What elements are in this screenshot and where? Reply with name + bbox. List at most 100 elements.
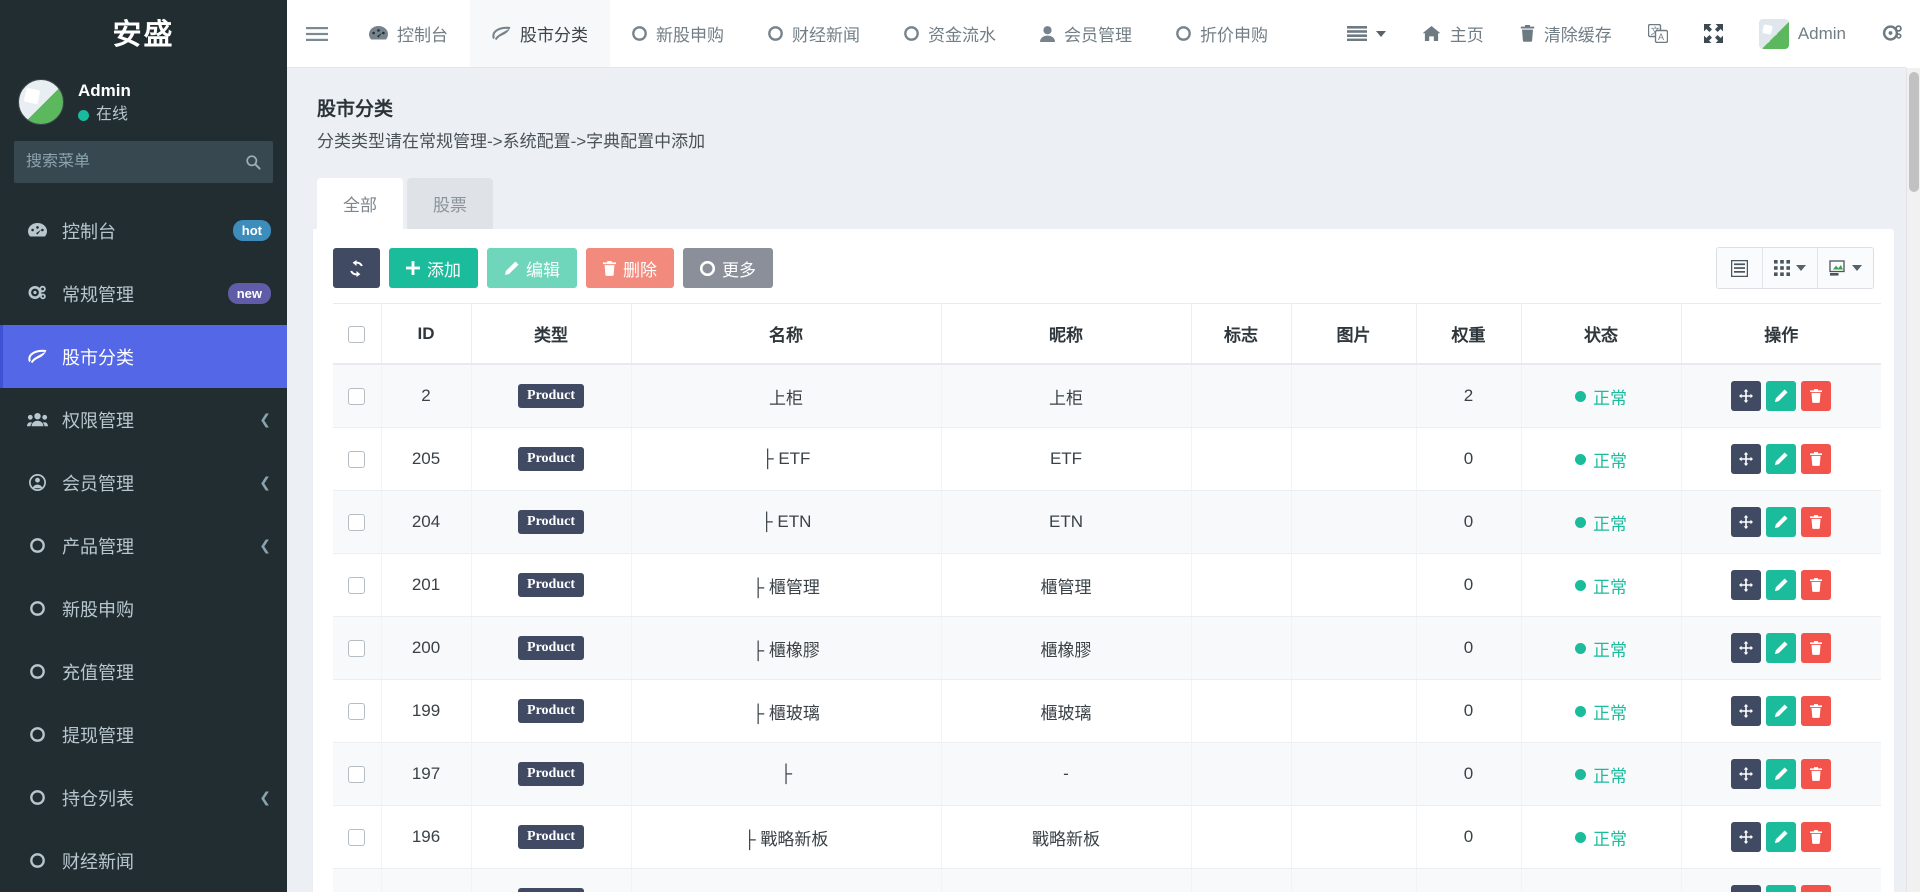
trash-icon[interactable] <box>1801 759 1831 789</box>
topnav-item-1[interactable]: 控制台 <box>347 0 470 67</box>
topnav-item-3[interactable]: 新股申购 <box>610 0 746 67</box>
delete-button[interactable]: 删除 <box>586 248 674 288</box>
trash-icon[interactable] <box>1801 570 1831 600</box>
trash-icon[interactable] <box>1801 381 1831 411</box>
vertical-scrollbar[interactable] <box>1906 68 1920 892</box>
pencil-icon[interactable] <box>1766 822 1796 852</box>
fullscreen-button[interactable] <box>1686 0 1741 67</box>
tab-list-dropdown[interactable] <box>1329 0 1404 67</box>
trash-icon[interactable] <box>1801 822 1831 852</box>
page-subtitle: 分类类型请在常规管理->系统配置->字典配置中添加 <box>317 128 1894 156</box>
export-button[interactable] <box>1818 248 1873 288</box>
sidebar-item-9[interactable]: 提现管理 <box>0 703 287 766</box>
sidebar-item-10[interactable]: 持仓列表❮ <box>0 766 287 829</box>
sidebar-item-3[interactable]: 股市分类 <box>0 325 287 388</box>
pencil-icon[interactable] <box>1766 759 1796 789</box>
row-checkbox-cell[interactable] <box>333 428 381 491</box>
sidebar-item-5[interactable]: 会员管理❮ <box>0 451 287 514</box>
trash-icon[interactable] <box>1801 696 1831 726</box>
topnav-item-5[interactable]: 资金流水 <box>882 0 1018 67</box>
move-icon[interactable] <box>1731 633 1761 663</box>
table-row[interactable]: 2Product上柜上柜2正常 <box>333 364 1881 428</box>
table-row[interactable]: 200Product├ 櫃橡膠櫃橡膠0正常 <box>333 617 1881 680</box>
pencil-icon[interactable] <box>1766 696 1796 726</box>
move-icon[interactable] <box>1731 759 1761 789</box>
table-row[interactable]: 201Product├ 櫃管理櫃管理0正常 <box>333 554 1881 617</box>
sidebar-item-1[interactable]: 控制台hot <box>0 199 287 262</box>
checkbox-icon[interactable] <box>348 577 365 594</box>
tab-1[interactable]: 全部 <box>317 178 403 229</box>
trash-icon[interactable] <box>1801 444 1831 474</box>
pencil-icon[interactable] <box>1766 885 1796 892</box>
topnav-item-2[interactable]: 股市分类 <box>470 0 610 67</box>
checkbox-icon[interactable] <box>348 766 365 783</box>
row-checkbox-cell[interactable] <box>333 680 381 743</box>
checkbox-icon[interactable] <box>348 703 365 720</box>
move-icon[interactable] <box>1731 507 1761 537</box>
trash-icon[interactable] <box>1801 507 1831 537</box>
translate-button[interactable]: 文A <box>1630 0 1686 67</box>
trash-icon <box>603 261 616 276</box>
row-checkbox-cell[interactable] <box>333 617 381 680</box>
grid-view-button[interactable] <box>1763 248 1818 288</box>
checkbox-icon[interactable] <box>348 451 365 468</box>
topnav-item-7[interactable]: 折价申购 <box>1154 0 1290 67</box>
checkbox-icon[interactable] <box>348 829 365 846</box>
row-checkbox-cell[interactable] <box>333 554 381 617</box>
move-icon[interactable] <box>1731 444 1761 474</box>
move-icon[interactable] <box>1731 381 1761 411</box>
add-button[interactable]: 添加 <box>389 248 478 288</box>
row-checkbox-cell[interactable] <box>333 869 381 892</box>
checkbox-icon[interactable] <box>348 640 365 657</box>
row-checkbox-cell[interactable] <box>333 743 381 806</box>
table-row[interactable]: 204Product├ ETNETN0正常 <box>333 491 1881 554</box>
clear-cache-button[interactable]: 清除缓存 <box>1502 0 1630 67</box>
move-icon[interactable] <box>1731 885 1761 892</box>
tab-2[interactable]: 股票 <box>407 178 493 229</box>
sidebar-item-11[interactable]: 财经新闻 <box>0 829 287 892</box>
table-row[interactable]: 199Product├ 櫃玻璃櫃玻璃0正常 <box>333 680 1881 743</box>
sidebar-item-label: 权限管理 <box>62 407 246 433</box>
trash-icon[interactable] <box>1801 885 1831 892</box>
pencil-icon[interactable] <box>1766 507 1796 537</box>
search-icon[interactable] <box>245 154 261 170</box>
search-input[interactable] <box>26 153 245 171</box>
row-checkbox-cell[interactable] <box>333 364 381 428</box>
scrollbar-thumb[interactable] <box>1909 72 1919 192</box>
pencil-icon[interactable] <box>1766 381 1796 411</box>
checkbox-icon[interactable] <box>348 388 365 405</box>
table-row[interactable]: 197Product├-0正常 <box>333 743 1881 806</box>
select-all-checkbox[interactable] <box>333 304 381 365</box>
sidebar-item-8[interactable]: 充值管理 <box>0 640 287 703</box>
move-icon[interactable] <box>1731 696 1761 726</box>
edit-button[interactable]: 编辑 <box>487 248 577 288</box>
refresh-button[interactable] <box>333 248 380 288</box>
table-row[interactable]: 205Product├ ETFETF0正常 <box>333 428 1881 491</box>
more-button[interactable]: 更多 <box>683 248 773 288</box>
topnav-item-6[interactable]: 会员管理 <box>1018 0 1154 67</box>
home-button[interactable]: 主页 <box>1404 0 1502 67</box>
list-view-button[interactable] <box>1717 248 1763 288</box>
table-row[interactable]: 196Product├ 戰略新板戰略新板0正常 <box>333 806 1881 869</box>
move-icon[interactable] <box>1731 822 1761 852</box>
move-icon[interactable] <box>1731 570 1761 600</box>
cell-id: 201 <box>381 554 471 617</box>
pencil-icon[interactable] <box>1766 444 1796 474</box>
checkbox-icon[interactable] <box>348 326 365 343</box>
trash-icon[interactable] <box>1801 633 1831 663</box>
hamburger-icon[interactable] <box>287 0 347 67</box>
admin-menu[interactable]: Admin <box>1741 0 1864 67</box>
pencil-icon[interactable] <box>1766 633 1796 663</box>
cell-actions <box>1681 428 1881 491</box>
sidebar-item-4[interactable]: 权限管理❮ <box>0 388 287 451</box>
sidebar-item-6[interactable]: 产品管理❮ <box>0 514 287 577</box>
sidebar-item-2[interactable]: 常规管理new <box>0 262 287 325</box>
pencil-icon[interactable] <box>1766 570 1796 600</box>
topnav-item-4[interactable]: 财经新闻 <box>746 0 882 67</box>
row-checkbox-cell[interactable] <box>333 491 381 554</box>
table-row[interactable]: 195Product├ 櫃指數類櫃指數類0正常 <box>333 869 1881 892</box>
cell-type: Product <box>471 743 631 806</box>
checkbox-icon[interactable] <box>348 514 365 531</box>
sidebar-item-7[interactable]: 新股申购 <box>0 577 287 640</box>
row-checkbox-cell[interactable] <box>333 806 381 869</box>
